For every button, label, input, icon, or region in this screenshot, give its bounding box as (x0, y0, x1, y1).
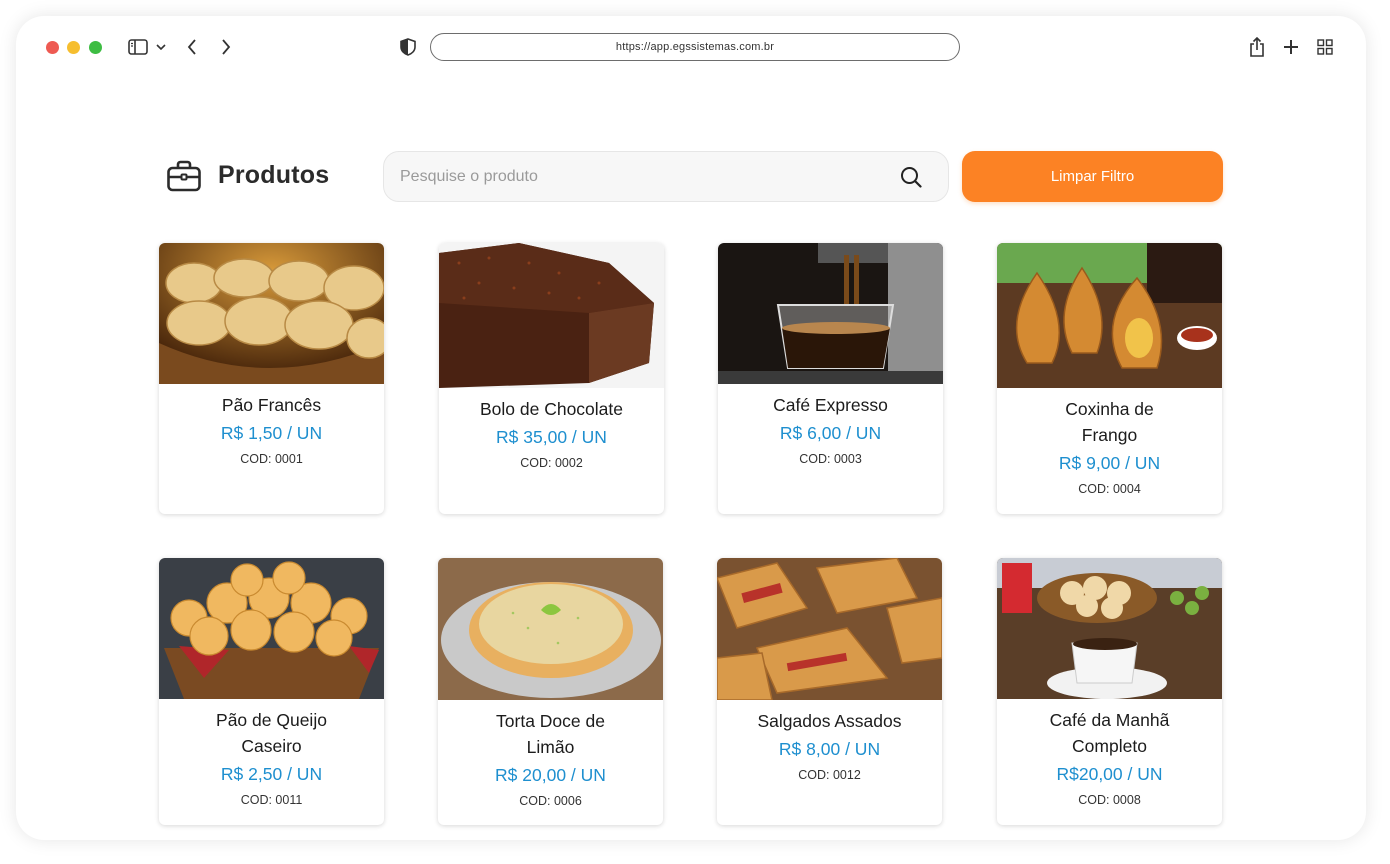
product-name: Café da Manhã Completo (1049, 710, 1170, 756)
product-image (159, 243, 384, 384)
product-name: Pão Francês (221, 395, 322, 415)
search-box (383, 151, 949, 202)
url-text: https://app.egssistemas.com.br (615, 41, 775, 53)
product-name: Bolo de Chocolate (479, 399, 624, 419)
product-card[interactable]: Pão de Queijo Caseiro R$ 2,50 / UN COD: … (159, 558, 384, 825)
browser-window: https://app.egssistemas.com.br Produtos … (16, 16, 1366, 840)
product-code: COD: 0012 (798, 768, 861, 782)
product-image (439, 243, 664, 388)
product-name: Café Expresso (773, 395, 888, 415)
plus-icon[interactable] (1282, 37, 1300, 57)
product-price: R$ 20,00 / UN (495, 765, 606, 785)
clear-filter-button[interactable]: Limpar Filtro (962, 151, 1223, 202)
tabs-grid-icon[interactable] (1316, 37, 1334, 57)
product-code: COD: 0001 (240, 452, 303, 466)
product-name: Pão de Queijo Caseiro (216, 710, 327, 756)
product-name: Torta Doce de Limão (496, 711, 605, 757)
product-image (159, 558, 384, 699)
product-image (997, 558, 1222, 699)
minimize-window-button[interactable] (67, 41, 80, 54)
product-card[interactable]: Café Expresso R$ 6,00 / UN COD: 0003 (718, 243, 943, 514)
product-image (718, 243, 943, 384)
product-code: COD: 0003 (799, 452, 862, 466)
forward-icon[interactable] (219, 37, 233, 57)
product-code: COD: 0002 (520, 456, 583, 470)
product-price: R$ 35,00 / UN (496, 427, 607, 447)
product-name: Coxinha de Frango (1065, 399, 1154, 445)
product-price: R$ 1,50 / UN (220, 423, 323, 443)
product-price: R$ 6,00 / UN (779, 423, 882, 443)
close-window-button[interactable] (46, 41, 59, 54)
product-price: R$ 8,00 / UN (778, 739, 881, 759)
share-icon[interactable] (1248, 37, 1266, 57)
address-bar[interactable]: https://app.egssistemas.com.br (430, 33, 960, 61)
product-card[interactable]: Salgados Assados R$ 8,00 / UN COD: 0012 (717, 558, 942, 825)
briefcase-icon (166, 159, 202, 193)
sidebar-icon[interactable] (127, 37, 149, 57)
page-title: Produtos (218, 161, 330, 189)
back-icon[interactable] (185, 37, 199, 57)
product-card[interactable]: Bolo de Chocolate R$ 35,00 / UN COD: 000… (439, 243, 664, 514)
product-code: COD: 0006 (519, 794, 582, 808)
product-card[interactable]: Coxinha de Frango R$ 9,00 / UN COD: 0004 (997, 243, 1222, 514)
product-card[interactable]: Pão Francês R$ 1,50 / UN COD: 0001 (159, 243, 384, 514)
product-code: COD: 0008 (1078, 793, 1141, 807)
product-image (997, 243, 1222, 388)
browser-toolbar: https://app.egssistemas.com.br (16, 16, 1366, 78)
maximize-window-button[interactable] (89, 41, 102, 54)
product-image (717, 558, 942, 700)
search-input[interactable] (400, 152, 880, 201)
product-image (438, 558, 663, 700)
product-price: R$ 9,00 / UN (1058, 453, 1161, 473)
shield-icon (399, 37, 417, 57)
product-card[interactable]: Café da Manhã Completo R$20,00 / UN COD:… (997, 558, 1222, 825)
product-price: R$ 2,50 / UN (220, 764, 323, 784)
product-code: COD: 0011 (240, 793, 303, 807)
product-code: COD: 0004 (1078, 482, 1141, 496)
chevron-down-icon[interactable] (155, 37, 167, 57)
page-header: Produtos Limpar Filtro (166, 151, 1224, 203)
product-card[interactable]: Torta Doce de Limão R$ 20,00 / UN COD: 0… (438, 558, 663, 825)
search-icon[interactable] (900, 166, 922, 188)
product-name: Salgados Assados (757, 711, 902, 731)
product-price: R$20,00 / UN (1056, 764, 1163, 784)
